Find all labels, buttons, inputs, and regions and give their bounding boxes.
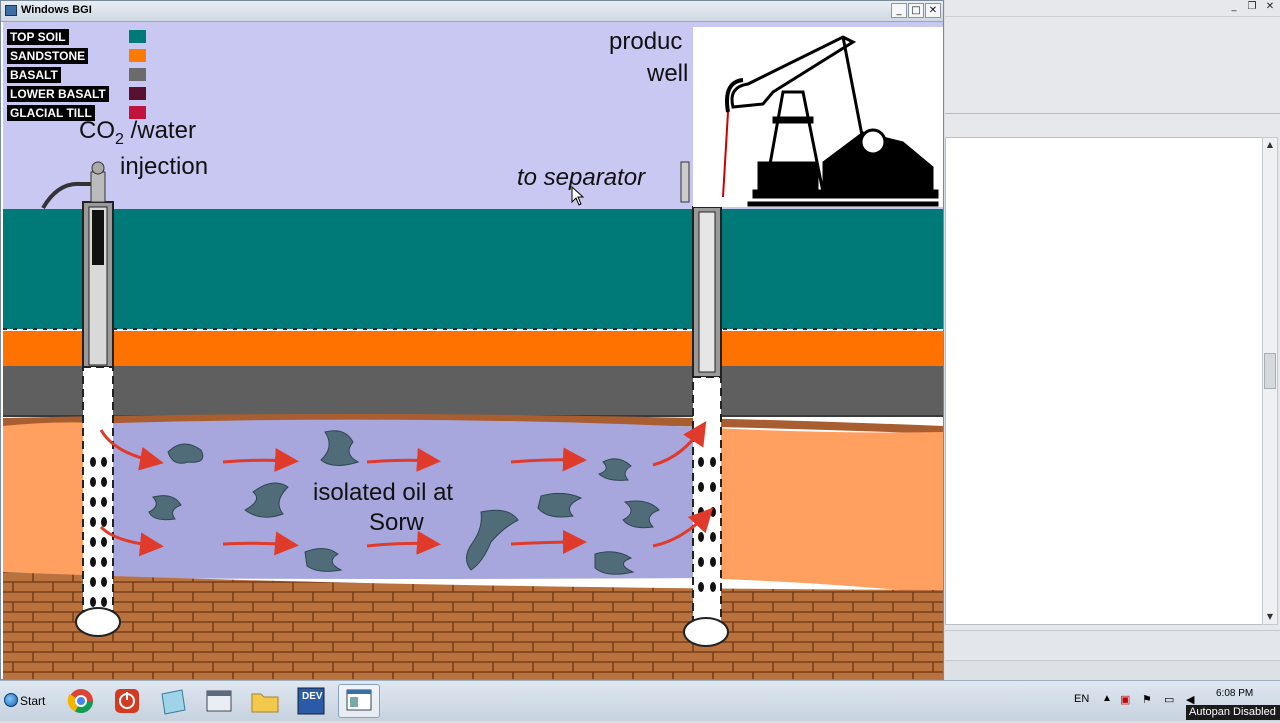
app-icon xyxy=(5,5,17,16)
start-label: Start xyxy=(20,694,46,708)
legend-swatch xyxy=(129,49,146,62)
start-button[interactable]: Start xyxy=(2,689,48,713)
network-icon[interactable]: ▣ xyxy=(1120,693,1130,706)
restore-button[interactable]: ❐ xyxy=(1245,1,1259,13)
oil-label-2: Sorw xyxy=(369,509,424,536)
taskbar-folder[interactable] xyxy=(244,684,286,718)
language-indicator[interactable]: EN xyxy=(1074,693,1089,705)
mouse-cursor-icon xyxy=(571,186,585,206)
power-icon xyxy=(115,689,139,713)
reservoir-diagram: TOP SOIL SANDSTONE BASALT LOWER BASALT G… xyxy=(3,22,943,679)
notes-icon xyxy=(161,689,186,715)
pump-jack xyxy=(693,27,943,207)
autopan-status: Autopan Disabled xyxy=(1186,705,1280,720)
dev-label: DEV xyxy=(302,691,323,702)
taskbar-power[interactable] xyxy=(106,684,148,718)
legend-label: TOP SOIL xyxy=(7,29,69,45)
bgi-app-icon xyxy=(346,689,372,711)
show-hidden-icons-icon[interactable]: ▲ xyxy=(1102,693,1112,704)
legend-swatch xyxy=(129,30,146,43)
status-panel xyxy=(945,660,1280,681)
legend-label: BASALT xyxy=(7,67,61,83)
scroll-down-icon[interactable]: ▼ xyxy=(1263,610,1277,624)
co2-label: CO2 /water xyxy=(79,117,196,148)
vertical-scrollbar[interactable]: ▲ ▼ xyxy=(1262,137,1278,625)
minimize-button[interactable]: _ xyxy=(891,3,907,18)
background-window: _ ❐ ✕ xyxy=(945,0,1280,681)
legend-label: SANDSTONE xyxy=(7,48,89,64)
chrome-icon xyxy=(67,689,93,714)
scroll-thumb[interactable] xyxy=(1264,353,1276,389)
window-title: Windows BGI xyxy=(21,4,92,16)
maximize-button[interactable]: □ xyxy=(908,3,924,18)
document-area[interactable] xyxy=(945,137,1263,625)
toolbar-panel xyxy=(945,16,1280,114)
folder-icon xyxy=(251,693,279,713)
action-center-icon[interactable]: ⚑ xyxy=(1142,693,1152,706)
clock[interactable]: 6:08 PM xyxy=(1216,688,1253,699)
power-status-icon[interactable]: ▭ xyxy=(1164,693,1174,706)
window-titlebar[interactable]: Windows BGI _ □ ✕ xyxy=(1,1,943,22)
taskbar-bgi[interactable] xyxy=(338,684,380,718)
close-button[interactable]: ✕ xyxy=(925,3,941,18)
close-button[interactable]: ✕ xyxy=(1263,1,1277,13)
taskbar-chrome[interactable] xyxy=(60,684,102,718)
producing-well-label-2: well xyxy=(647,60,689,87)
reservoir-right xyxy=(693,427,943,594)
bgi-window: Windows BGI _ □ ✕ TOP SOIL SANDSTONE BAS… xyxy=(0,0,944,680)
injection-label: injection xyxy=(120,153,209,180)
oil-label-1: isolated oil at xyxy=(313,479,454,506)
background-window-titlebar[interactable]: _ ❐ ✕ xyxy=(945,0,1280,16)
minimize-button[interactable]: _ xyxy=(1227,1,1241,13)
glacial-till-layer xyxy=(3,572,943,679)
window-icon xyxy=(206,690,232,712)
basalt-layer xyxy=(3,366,943,416)
legend-label: LOWER BASALT xyxy=(7,86,109,102)
taskbar-dev[interactable]: DEV xyxy=(290,684,332,718)
windows-logo-icon xyxy=(4,693,18,707)
legend-swatch xyxy=(129,68,146,81)
bottom-panel xyxy=(945,630,1280,657)
top-soil-layer xyxy=(3,209,943,329)
producing-well-label-1: produc xyxy=(609,28,683,55)
taskbar: Start DEV EN ▲ ▣ ⚑ ▭ ◀ 6:08 PM xyxy=(0,680,1280,721)
legend-swatch xyxy=(129,87,146,100)
sandstone-layer xyxy=(3,331,943,366)
taskbar-window[interactable] xyxy=(198,684,240,718)
taskbar-notes[interactable] xyxy=(152,684,194,718)
scroll-up-icon[interactable]: ▲ xyxy=(1263,138,1277,152)
